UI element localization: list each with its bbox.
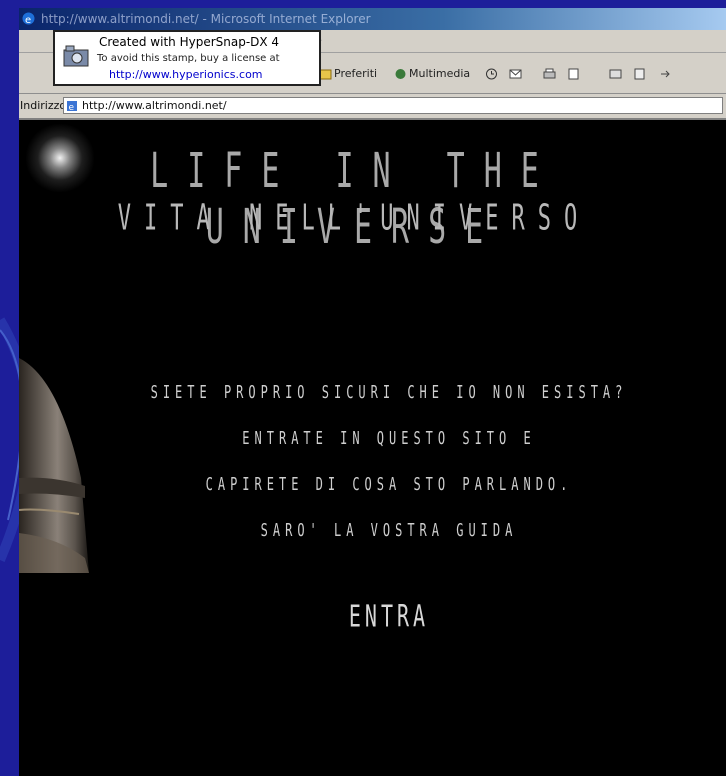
print-button[interactable] — [543, 66, 558, 82]
window-title: http://www.altrimondi.net/ - Microsoft I… — [41, 12, 371, 26]
message-line: SIETE PROPRIO SICURI CHE IO NON ESISTA? — [150, 382, 628, 403]
multimedia-label: Multimedia — [409, 67, 471, 80]
edit-icon — [568, 68, 579, 80]
address-input[interactable]: e http://www.altrimondi.net/ — [63, 97, 723, 114]
multimedia-icon — [395, 69, 406, 79]
address-label: Indirizzo — [20, 99, 67, 112]
hypersnap-stamp: Created with HyperSnap-DX 4 To avoid thi… — [53, 30, 321, 86]
mail-icon — [509, 69, 522, 79]
related-button[interactable] — [659, 66, 674, 82]
arrow-icon — [661, 70, 670, 78]
address-bar: Indirizzo e http://www.altrimondi.net/ — [19, 94, 726, 120]
stamp-title: Created with HyperSnap-DX 4 — [99, 35, 280, 49]
stamp-notice: To avoid this stamp, buy a license at — [97, 53, 280, 64]
favorites-button[interactable]: Preferiti — [319, 66, 377, 82]
enter-link[interactable]: ENTRA — [79, 598, 699, 634]
internet-explorer-icon: e — [22, 12, 35, 26]
svg-text:e: e — [69, 103, 75, 112]
multimedia-button[interactable]: Multimedia — [394, 66, 470, 82]
messenger-button[interactable] — [633, 66, 648, 82]
svg-text:e: e — [25, 15, 31, 26]
address-url: http://www.altrimondi.net/ — [82, 99, 227, 112]
web-page-content: LIFE IN THE UNIVERSE VITA NELL'UNIVERSO … — [19, 120, 726, 776]
mail-button[interactable] — [509, 66, 524, 82]
message-line: ENTRATE IN QUESTO SITO E — [242, 428, 536, 449]
discuss-icon — [609, 69, 622, 79]
favorites-label: Preferiti — [334, 67, 378, 80]
edit-button[interactable] — [567, 66, 582, 82]
message-line: CAPIRETE DI COSA STO PARLANDO. — [205, 474, 573, 495]
print-icon — [543, 68, 556, 79]
page-subtitle: VITA NELL'UNIVERSO — [117, 199, 591, 239]
stamp-link[interactable]: http://www.hyperionics.com — [109, 68, 263, 81]
history-button[interactable] — [485, 66, 500, 82]
page-icon: e — [67, 101, 77, 112]
camera-icon — [63, 45, 89, 67]
title-bar: e http://www.altrimondi.net/ - Microsoft… — [19, 8, 726, 30]
history-icon — [486, 68, 497, 80]
browser-window: e http://www.altrimondi.net/ - Microsoft… — [19, 8, 726, 776]
message-line: SARO' LA VOSTRA GUIDA — [260, 520, 518, 541]
messenger-icon — [634, 68, 645, 80]
discuss-button[interactable] — [609, 66, 624, 82]
